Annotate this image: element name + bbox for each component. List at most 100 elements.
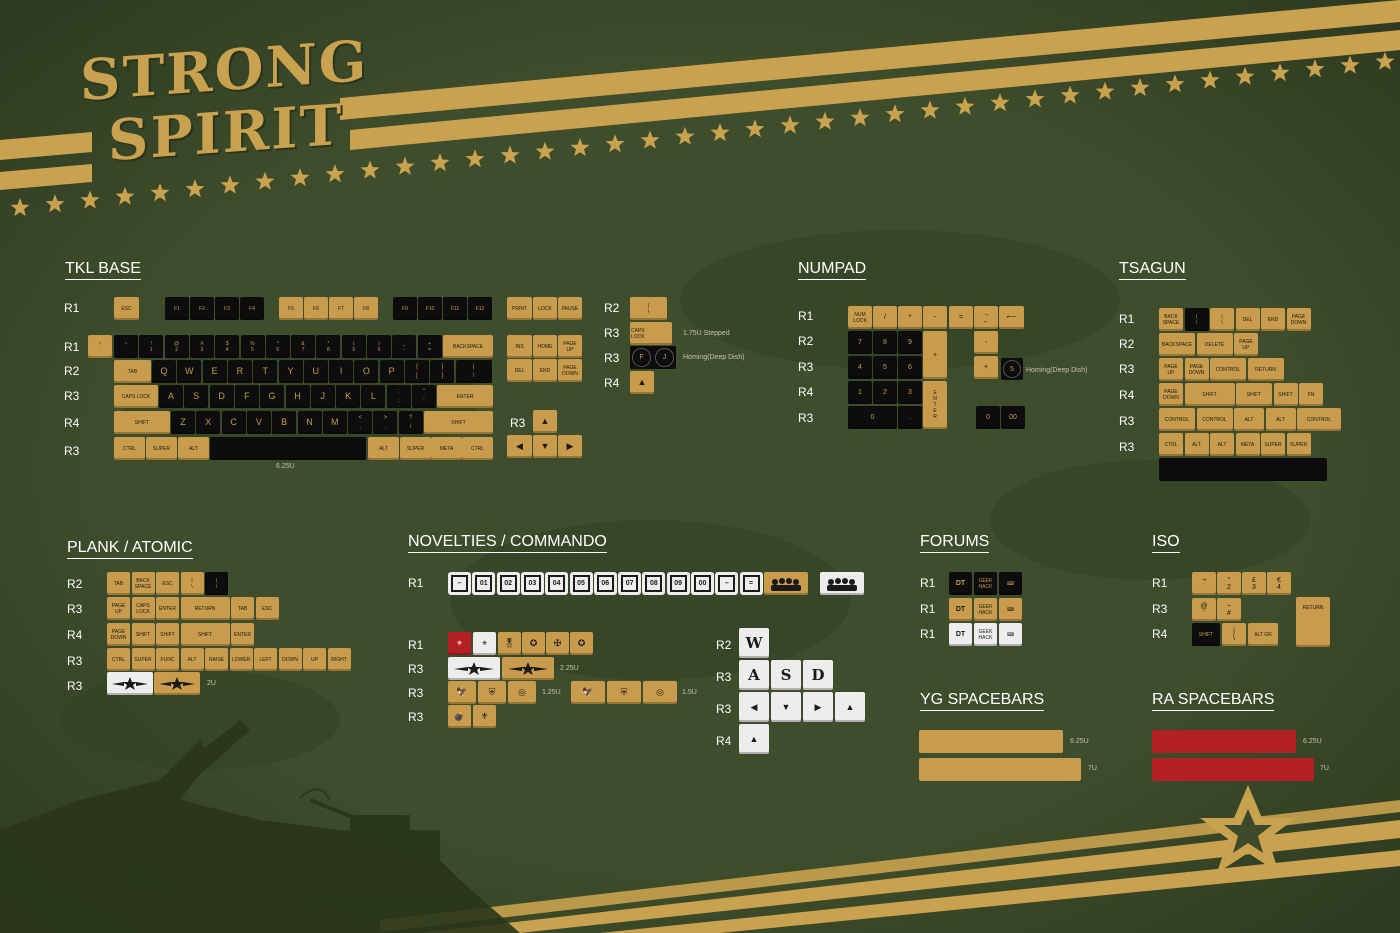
row-label: R3	[408, 686, 424, 700]
key-shield-125: ⛨	[478, 681, 506, 704]
key-tsagun: SHIFT	[1273, 383, 1298, 406]
key-letter: D	[209, 385, 234, 408]
row-label: R3	[604, 326, 620, 340]
key-tsagun: DEL	[1235, 308, 1260, 331]
key-np-0b: 0	[976, 406, 1000, 429]
note-15u: 1.5U	[682, 689, 697, 696]
key-np-7: 7	[848, 331, 872, 354]
key-letter: U	[303, 360, 328, 383]
key-letter: Y	[278, 360, 303, 383]
key-left-arrow: ◀	[507, 435, 532, 458]
key-tsagun: SUPER	[1261, 433, 1285, 456]
section-numpad: NUMPAD	[798, 260, 867, 280]
note-ra-7u: 7U	[1320, 765, 1329, 772]
key-letter: " '	[412, 385, 436, 408]
key-novelty-number: 01	[472, 572, 496, 595]
row-label: R4	[1119, 388, 1135, 402]
key-np-plus: +	[974, 356, 998, 379]
key-capslock: CAPS LOCK	[114, 385, 158, 408]
key-num: ! 1	[139, 335, 164, 358]
key-eagle-125: 🦅	[448, 681, 476, 704]
row-label: R3	[67, 654, 83, 668]
key-num: & 7	[291, 335, 316, 358]
row-label: R1	[408, 638, 424, 652]
key-plank: DOWN	[278, 648, 302, 671]
key-rctrl: CTRL	[462, 437, 493, 460]
row-label: R3	[67, 602, 83, 616]
key-a: A	[739, 660, 769, 690]
key-tsagun: DELETE	[1196, 333, 1233, 356]
row-label: R1	[920, 576, 936, 590]
row-label: R4	[716, 734, 732, 748]
key-letter: X	[196, 411, 221, 434]
key-backspace: BACKSPACE	[443, 335, 493, 358]
key-letter: ? /	[398, 411, 423, 434]
key-num: $ 4	[215, 335, 240, 358]
key-numlock: NUM LOCK	[848, 306, 872, 329]
key-letter: Q	[152, 360, 176, 383]
note-np-homing: Homing(Deep Dish)	[1026, 367, 1088, 374]
key-lock: LOCK	[533, 297, 557, 320]
key-tsagun-spacebar	[1159, 458, 1327, 481]
key-np-minus-2: -	[974, 331, 998, 354]
key-end: END	[533, 359, 557, 382]
key-num: _ -	[392, 335, 417, 358]
key-iso-return: RETURN	[1296, 597, 1330, 647]
key-num: % 5	[240, 335, 265, 358]
key-wasd-down: ▼	[771, 692, 801, 722]
row-label: R3	[408, 662, 424, 676]
key-novelty-number: 05	[569, 572, 593, 595]
key-tsagun: BACKSPACE	[1159, 333, 1195, 356]
key-wasd-right: ▶	[803, 692, 833, 722]
key-letter: } ]	[430, 360, 455, 383]
key-enter: ENTER	[437, 385, 493, 408]
key-np-00: 00	[1001, 406, 1025, 429]
key-wasd-up-r4: ▲	[739, 724, 769, 754]
key-tsagun: CTRL	[1159, 433, 1183, 456]
key-tsagun: PAGE DOWN	[1159, 383, 1183, 406]
key-tsagun: PAGE DOWN	[1184, 358, 1209, 381]
row-label: R2	[798, 334, 814, 348]
key-tsagun: CONTROL	[1210, 358, 1246, 381]
key-iso-at: @ '	[1192, 598, 1216, 621]
row-label: R4	[64, 416, 80, 430]
key-troops-tan	[764, 572, 808, 595]
key-letter: < ,	[348, 411, 373, 434]
key-letter: I	[329, 360, 354, 383]
key-num: + =	[417, 335, 442, 358]
key-ctrl: CTRL	[114, 437, 145, 460]
yg-spacebar-7	[919, 758, 1081, 781]
key-tab: TAB	[114, 360, 151, 383]
key-f6: F6	[304, 297, 328, 320]
key-tsagun: SUPER	[1286, 433, 1311, 456]
key-np-star: *	[898, 306, 922, 329]
key-home: HOME	[533, 335, 557, 358]
key-np-0: 0	[848, 406, 897, 429]
key-fleur: ⚜	[473, 705, 496, 728]
note-2u: 2U	[207, 680, 216, 687]
key-grenade: 💣	[448, 705, 471, 728]
key-np-5-homing: 5	[1003, 360, 1021, 378]
row-label: R4	[604, 376, 620, 390]
key-wasd-up: ▲	[835, 692, 865, 722]
key-kb-black: ⌨	[999, 572, 1022, 595]
key-letter: M	[322, 411, 347, 434]
key-plank: SHIFT	[131, 623, 155, 646]
key-tsagun: CONTROL	[1297, 408, 1341, 431]
key-novelty-number: 02	[496, 572, 520, 595]
section-yg-spacebars: YG SPACEBARS	[920, 691, 1045, 711]
key-tsagun: | \	[1210, 308, 1234, 331]
key-plank: LEFT	[254, 648, 277, 671]
key-tsagun: BACK SPACE	[1159, 308, 1183, 331]
key-num: # 3	[189, 335, 214, 358]
key-tsagun: CONTROL	[1159, 408, 1195, 431]
note-yg-625u: 6.25U	[1070, 738, 1089, 745]
key-np-9: 9	[898, 331, 922, 354]
key-up-arrow-r4: ▲	[630, 371, 654, 394]
key-tsagun: ALT	[1265, 408, 1296, 431]
key-plank: CTRL	[107, 648, 130, 671]
key-plank: LOWER	[229, 648, 253, 671]
row-label: R4	[798, 385, 814, 399]
key-num: ) 0	[367, 335, 391, 358]
key-f11: F11	[443, 297, 467, 320]
